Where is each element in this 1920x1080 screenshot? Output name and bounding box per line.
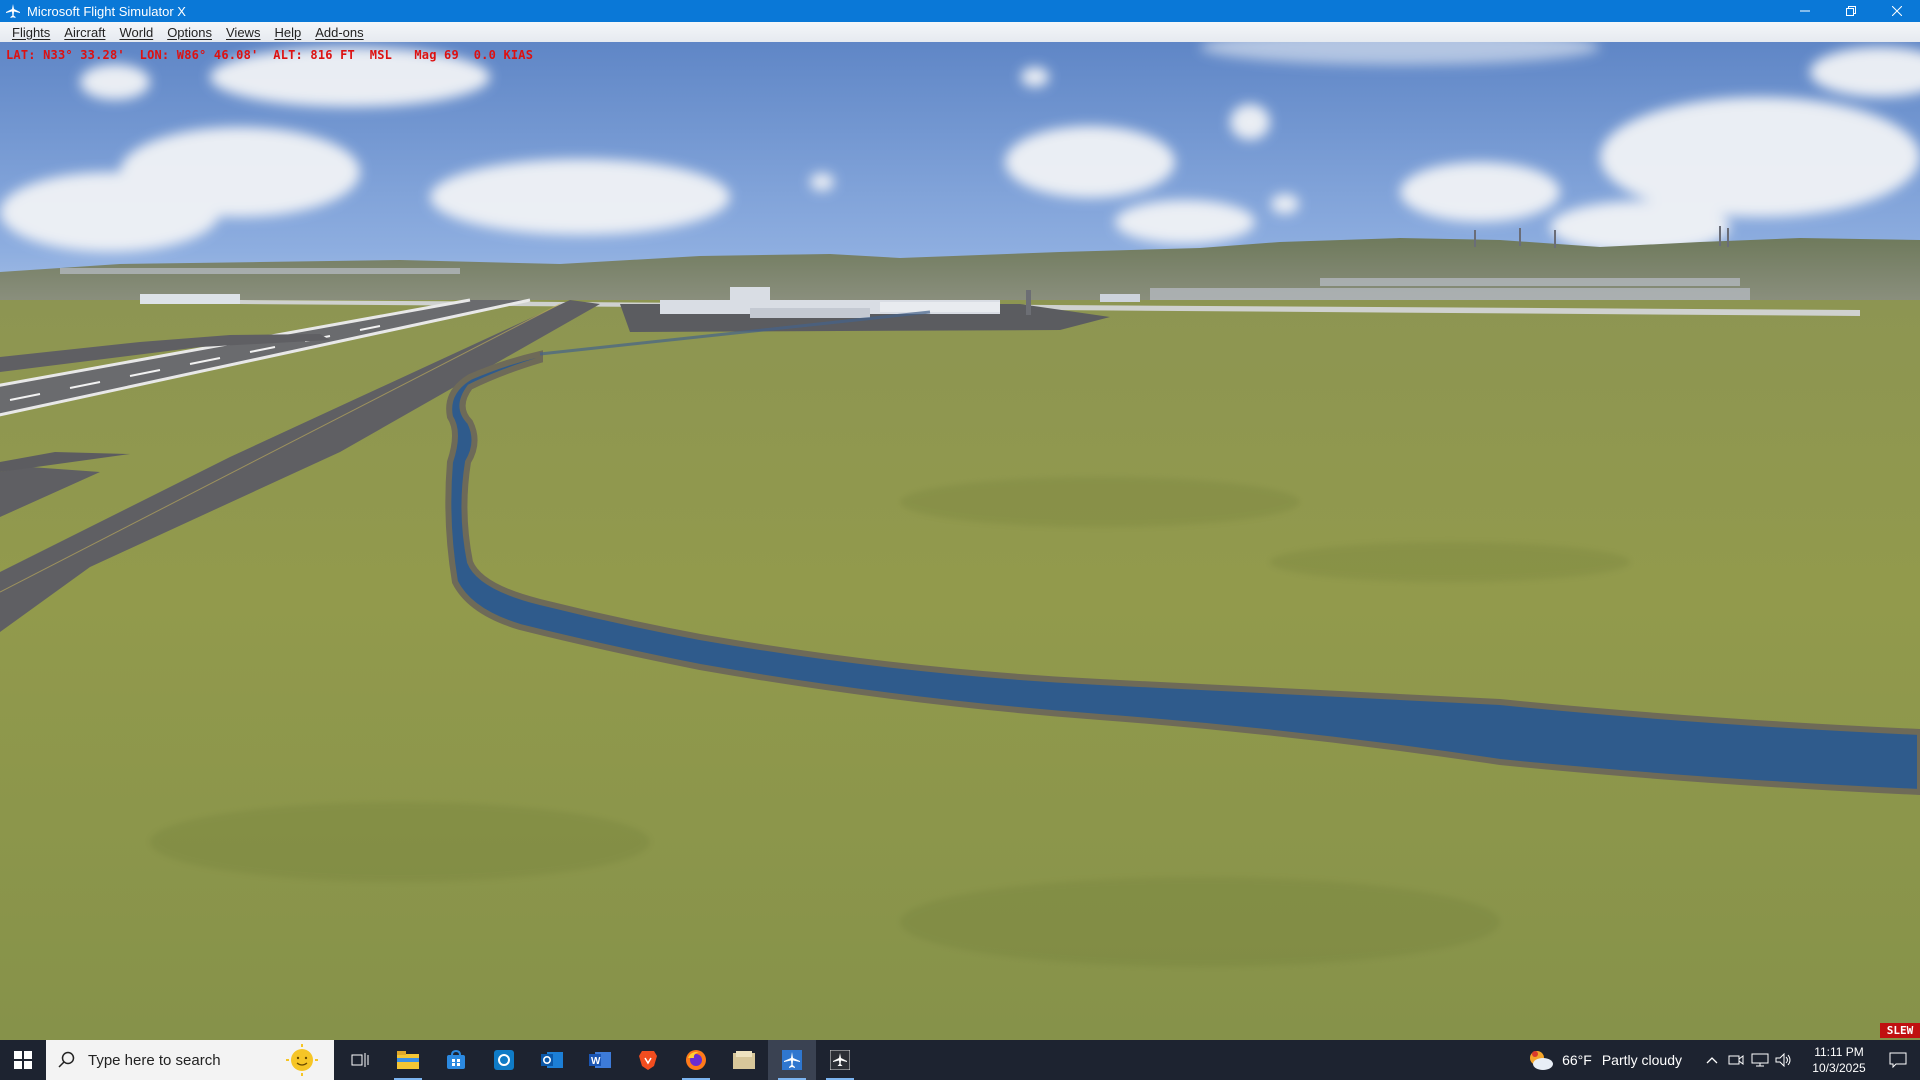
window-title: Microsoft Flight Simulator X xyxy=(27,3,186,19)
edge-browser-icon xyxy=(494,1050,514,1070)
minimize-button[interactable] xyxy=(1782,0,1828,22)
close-button[interactable] xyxy=(1874,0,1920,22)
flight-simulator-icon xyxy=(782,1050,802,1070)
brave-browser-button[interactable] xyxy=(624,1040,672,1080)
svg-text:W: W xyxy=(591,1056,601,1067)
taskbar: Type here to search W 66°F Partly cloudy… xyxy=(0,1040,1920,1080)
clock-time: 11:11 PM xyxy=(1814,1045,1864,1059)
weather-condition: Partly cloudy xyxy=(1601,1052,1682,1068)
microsoft-store-button[interactable] xyxy=(432,1040,480,1080)
brave-browser-icon xyxy=(639,1051,657,1070)
minimize-icon xyxy=(1800,10,1810,12)
window-title-bar[interactable]: Microsoft Flight Simulator X xyxy=(0,0,1920,22)
menu-flights[interactable]: Flights xyxy=(5,25,57,40)
menu-add-ons[interactable]: Add-ons xyxy=(308,25,370,40)
weather-temperature: 66°F xyxy=(1562,1052,1592,1068)
slew-badge: SLEW xyxy=(1880,1023,1920,1038)
start-button[interactable] xyxy=(0,1040,46,1080)
camera-icon xyxy=(1728,1055,1744,1065)
firefox-icon xyxy=(686,1050,706,1070)
search-placeholder: Type here to search xyxy=(88,1051,221,1069)
task-view-icon xyxy=(351,1053,369,1067)
task-view-button[interactable] xyxy=(336,1040,384,1080)
network-icon xyxy=(1751,1053,1769,1067)
menu-options[interactable]: Options xyxy=(160,25,219,40)
menu-views[interactable]: Views xyxy=(219,25,267,40)
action-center-button[interactable] xyxy=(1876,1040,1920,1080)
outlook-button[interactable] xyxy=(528,1040,576,1080)
fsx-config-icon xyxy=(830,1050,850,1070)
notification-icon xyxy=(1889,1052,1907,1068)
word-icon: W xyxy=(589,1052,611,1068)
microsoft-store-icon xyxy=(447,1050,465,1069)
sun-icon xyxy=(286,1044,318,1076)
flight-simulator-button[interactable] xyxy=(768,1040,816,1080)
position-readout: LAT: N33° 33.28' LON: W86° 46.08' ALT: 8… xyxy=(6,48,534,62)
weather-widget[interactable]: 66°F Partly cloudy xyxy=(1528,1049,1682,1071)
close-icon xyxy=(1892,6,1902,16)
chevron-up-icon xyxy=(1706,1057,1718,1064)
control-tower xyxy=(1026,290,1031,315)
word-button[interactable]: W xyxy=(576,1040,624,1080)
firefox-button[interactable] xyxy=(672,1040,720,1080)
simulator-viewport[interactable] xyxy=(0,42,1920,1040)
outlook-icon xyxy=(541,1052,563,1068)
menu-world[interactable]: World xyxy=(112,25,160,40)
menu-aircraft[interactable]: Aircraft xyxy=(57,25,112,40)
search-icon xyxy=(58,1051,75,1068)
restore-button[interactable] xyxy=(1828,0,1874,22)
volume-button[interactable] xyxy=(1772,1040,1796,1080)
speaker-icon xyxy=(1775,1053,1791,1067)
network-button[interactable] xyxy=(1748,1040,1772,1080)
fsx-config-button[interactable] xyxy=(816,1040,864,1080)
file-manager-icon xyxy=(733,1051,755,1069)
system-tray: 66°F Partly cloudy 11:11 PM 10/3/2025 xyxy=(1528,1040,1920,1080)
menu-help[interactable]: Help xyxy=(267,25,308,40)
windows-logo-icon xyxy=(14,1051,32,1069)
restore-icon xyxy=(1846,6,1856,16)
partly-cloudy-icon xyxy=(1530,1051,1554,1070)
edge-browser-button[interactable] xyxy=(480,1040,528,1080)
search-box[interactable]: Type here to search xyxy=(46,1040,334,1080)
file-explorer-icon xyxy=(397,1051,419,1069)
clock[interactable]: 11:11 PM 10/3/2025 xyxy=(1802,1044,1876,1076)
clock-date: 10/3/2025 xyxy=(1812,1061,1866,1075)
file-manager-button[interactable] xyxy=(720,1040,768,1080)
file-explorer-button[interactable] xyxy=(384,1040,432,1080)
show-hidden-icons-button[interactable] xyxy=(1700,1040,1724,1080)
airplane-icon xyxy=(5,3,21,19)
meet-now-button[interactable] xyxy=(1724,1040,1748,1080)
menu-bar: Flights Aircraft World Options Views Hel… xyxy=(0,22,1920,43)
